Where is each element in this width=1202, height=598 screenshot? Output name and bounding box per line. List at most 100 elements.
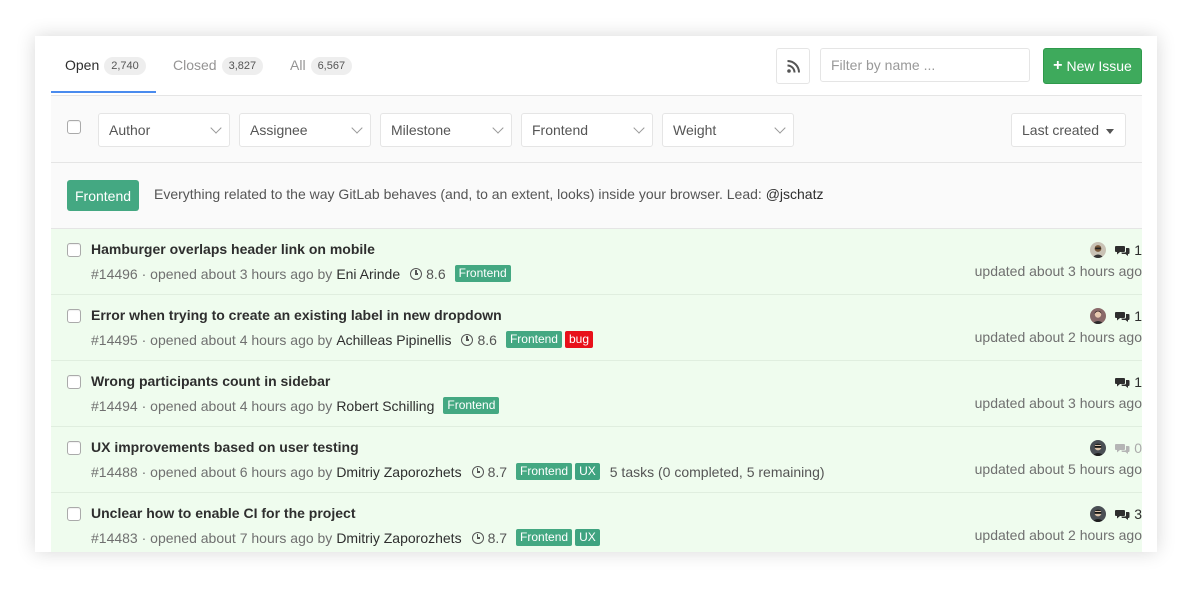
issue-author-link[interactable]: Robert Schilling <box>336 398 434 414</box>
milestone-label: 8.6 <box>426 265 446 282</box>
label-description-bar: Frontend Everything related to the way G… <box>51 163 1142 229</box>
rss-icon <box>786 59 800 73</box>
avatar[interactable] <box>1090 242 1107 258</box>
issue-meta: #14483 · opened about 7 hours ago by Dmi… <box>91 529 600 546</box>
label-bug[interactable]: bug <box>564 331 594 348</box>
issue-author-link[interactable]: Dmitriy Zaporozhets <box>336 530 461 546</box>
caret-down-icon <box>1106 129 1114 134</box>
issue-checkbox[interactable] <box>67 375 81 389</box>
comments-count-value: 1 <box>1134 308 1142 324</box>
comments-count[interactable]: 1 <box>1115 242 1142 258</box>
comments-icon <box>1115 443 1130 454</box>
label-frontend[interactable]: Frontend <box>516 529 573 546</box>
assignee-filter-label: Assignee <box>250 122 308 138</box>
milestone[interactable]: 8.7 <box>471 463 508 480</box>
label-lead-link[interactable]: @jschatz <box>766 186 824 202</box>
milestone[interactable]: 8.7 <box>471 530 507 546</box>
comments-count[interactable]: 0 <box>1115 440 1142 456</box>
issue-updated: updated about 3 hours ago <box>974 395 1142 411</box>
issue-opened: · opened about 4 hours ago by <box>141 331 333 348</box>
comments-count-value: 3 <box>1134 506 1142 522</box>
chevron-down-icon <box>351 122 363 134</box>
issue-opened: · opened about 7 hours ago by <box>141 529 333 546</box>
label-ux[interactable]: UX <box>575 463 600 480</box>
issue-checkbox[interactable] <box>67 507 81 521</box>
issue-opened: · opened about 4 hours ago by <box>141 397 333 414</box>
comments-icon <box>1115 509 1130 520</box>
issue-checkbox[interactable] <box>67 243 81 257</box>
label-filter-dropdown[interactable]: Frontend <box>521 113 653 147</box>
issue-updated: updated about 2 hours ago <box>974 527 1142 543</box>
issue-ref: #14483 <box>91 529 138 546</box>
avatar[interactable] <box>1090 506 1107 522</box>
comments-count[interactable]: 3 <box>1115 506 1142 522</box>
issue-checkbox[interactable] <box>67 309 81 323</box>
sort-dropdown[interactable]: Last created <box>1011 113 1126 147</box>
issue-row: UX improvements based on user testing #1… <box>51 427 1142 493</box>
comments-count-value: 1 <box>1134 374 1142 390</box>
label-frontend[interactable]: Frontend <box>443 397 500 414</box>
label-frontend[interactable]: Frontend <box>516 463 573 480</box>
milestone-label: 8.6 <box>477 331 497 348</box>
milestone-label: 8.7 <box>487 463 508 480</box>
filter-by-name-input[interactable] <box>820 48 1030 82</box>
comments-count-value: 1 <box>1134 242 1142 258</box>
issue-meta: #14495 · opened about 4 hours ago by Ach… <box>91 331 594 348</box>
issue-author-link[interactable]: Dmitriy Zaporozhets <box>336 464 461 480</box>
label-frontend[interactable]: Frontend <box>505 331 562 348</box>
assignee-filter-dropdown[interactable]: Assignee <box>239 113 371 147</box>
issue-ref: #14496 <box>91 265 138 282</box>
issue-row: Wrong participants count in sidebar #144… <box>51 361 1142 427</box>
new-issue-button[interactable]: + New Issue <box>1043 48 1142 84</box>
author-filter-dropdown[interactable]: Author <box>98 113 230 147</box>
task-status: 5 tasks (0 completed, 5 remaining) <box>609 463 825 480</box>
issue-author-link[interactable]: Achilleas Pipinellis <box>336 332 451 348</box>
issue-ref: #14495 <box>91 331 138 348</box>
chevron-down-icon <box>774 122 786 134</box>
rss-button[interactable] <box>776 48 810 84</box>
clock-icon <box>471 465 484 478</box>
tab-closed[interactable]: Closed 3,827 <box>156 36 274 93</box>
issue-checkbox[interactable] <box>67 441 81 455</box>
issue-row: Hamburger overlaps header link on mobile… <box>51 229 1142 295</box>
frontend-label-badge[interactable]: Frontend <box>67 180 140 211</box>
comments-count[interactable]: 1 <box>1115 308 1142 324</box>
sort-label: Last created <box>1022 122 1100 138</box>
issue-title-link[interactable]: Wrong participants count in sidebar <box>91 373 330 389</box>
weight-filter-dropdown[interactable]: Weight <box>662 113 794 147</box>
avatar[interactable] <box>1090 308 1107 324</box>
clock-icon <box>410 267 423 280</box>
issue-right: 0 updated about 5 hours ago <box>942 438 1142 477</box>
tab-open[interactable]: Open 2,740 <box>51 36 156 93</box>
milestone-filter-dropdown[interactable]: Milestone <box>380 113 512 147</box>
chevron-down-icon <box>210 122 222 134</box>
issue-opened: · opened about 6 hours ago by <box>141 463 333 480</box>
comments-icon <box>1115 311 1130 322</box>
issue-title-link[interactable]: Hamburger overlaps header link on mobile <box>91 241 375 257</box>
issue-meta: #14494 · opened about 4 hours ago by Rob… <box>91 397 500 414</box>
milestone[interactable]: 8.6 <box>461 331 497 348</box>
tab-all[interactable]: All 6,567 <box>274 36 374 93</box>
issue-title-link[interactable]: Error when trying to create an existing … <box>91 307 502 323</box>
issue-title-link[interactable]: Unclear how to enable CI for the project <box>91 505 355 521</box>
filter-bar: Author Assignee Milestone Frontend Weigh… <box>51 95 1142 163</box>
tab-open-label: Open <box>65 56 100 73</box>
new-issue-label: New Issue <box>1066 58 1132 74</box>
comments-count[interactable]: 1 <box>1115 374 1142 390</box>
chevron-down-icon <box>633 122 645 134</box>
plus-icon: + <box>1053 57 1063 74</box>
issue-ref: #14488 <box>91 463 138 480</box>
issue-author-link[interactable]: Eni Arinde <box>336 266 400 282</box>
issue-right: 1 updated about 3 hours ago <box>942 240 1142 279</box>
issue-right: 3 updated about 2 hours ago <box>942 504 1142 543</box>
tab-closed-count: 3,827 <box>221 56 264 75</box>
milestone[interactable]: 8.6 <box>410 265 446 282</box>
avatar[interactable] <box>1090 440 1107 456</box>
issue-title-link[interactable]: UX improvements based on user testing <box>91 439 359 455</box>
label-frontend[interactable]: Frontend <box>454 265 511 282</box>
select-all-checkbox[interactable] <box>67 120 81 134</box>
tab-all-label: All <box>290 56 306 73</box>
label-ux[interactable]: UX <box>575 529 600 546</box>
comments-count-value: 0 <box>1134 440 1142 456</box>
author-filter-label: Author <box>109 122 151 138</box>
